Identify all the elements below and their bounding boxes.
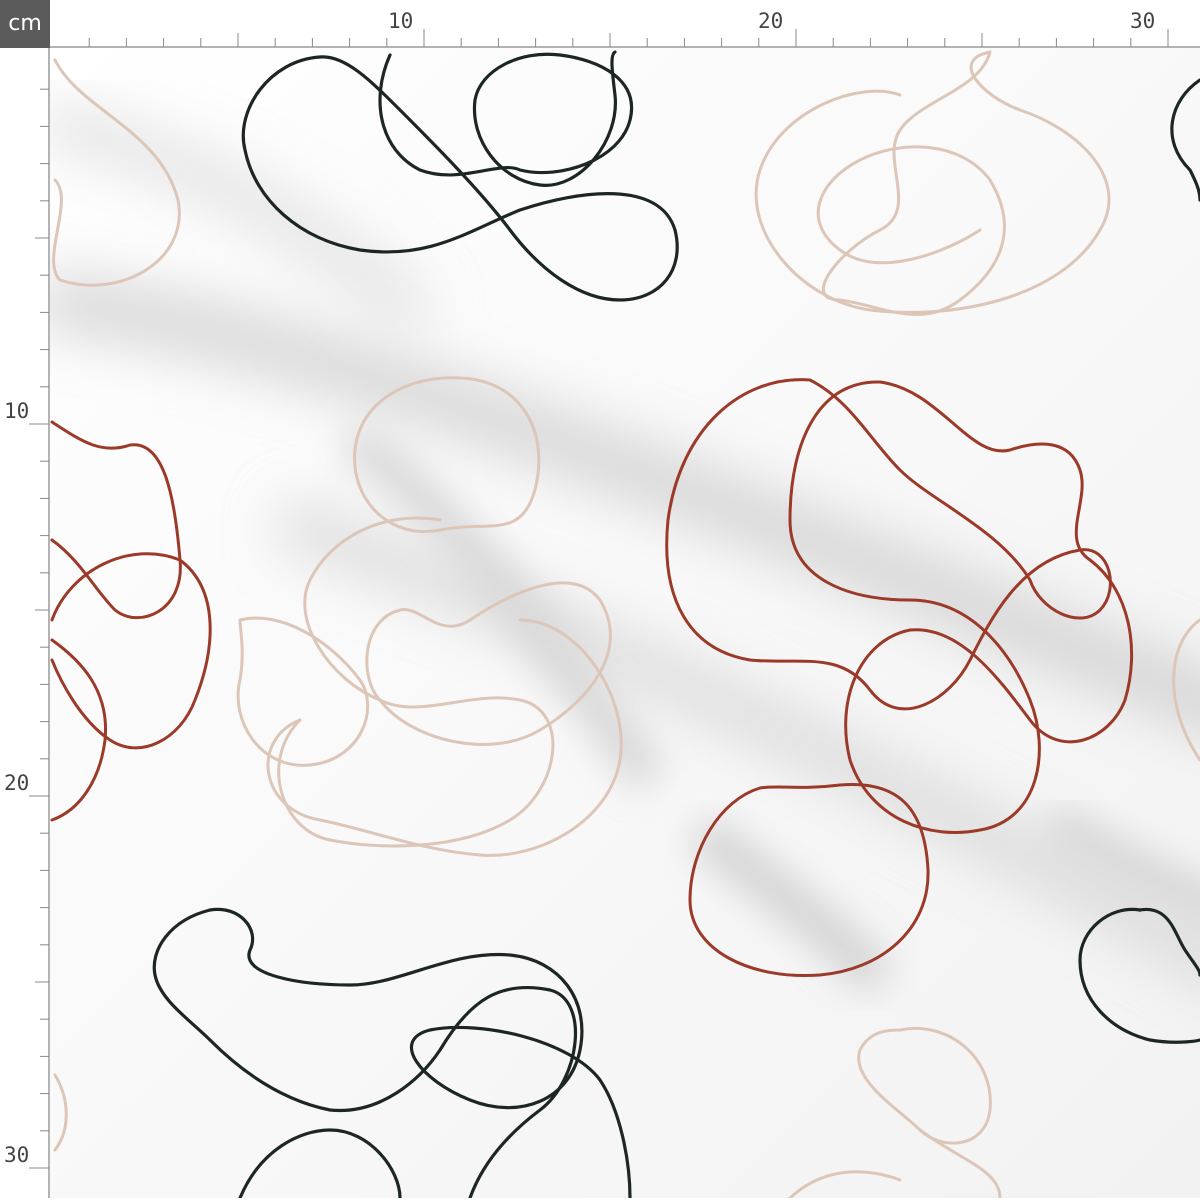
top-ruler: 10 20 30 bbox=[50, 0, 1200, 48]
fabric-preview: 10 20 30 10 20 30 cm bbox=[0, 0, 1200, 1198]
left-ruler-label-30: 30 bbox=[4, 1143, 29, 1167]
unit-badge: cm bbox=[0, 0, 50, 48]
left-ruler: 10 20 30 bbox=[0, 48, 50, 1198]
top-ruler-label-20: 20 bbox=[758, 9, 783, 33]
top-ruler-label-10: 10 bbox=[388, 9, 413, 33]
fabric-canvas: 10 20 30 10 20 30 bbox=[0, 0, 1200, 1198]
top-ruler-label-30: 30 bbox=[1130, 9, 1155, 33]
left-ruler-label-20: 20 bbox=[4, 771, 29, 795]
left-ruler-label-10: 10 bbox=[4, 399, 29, 423]
